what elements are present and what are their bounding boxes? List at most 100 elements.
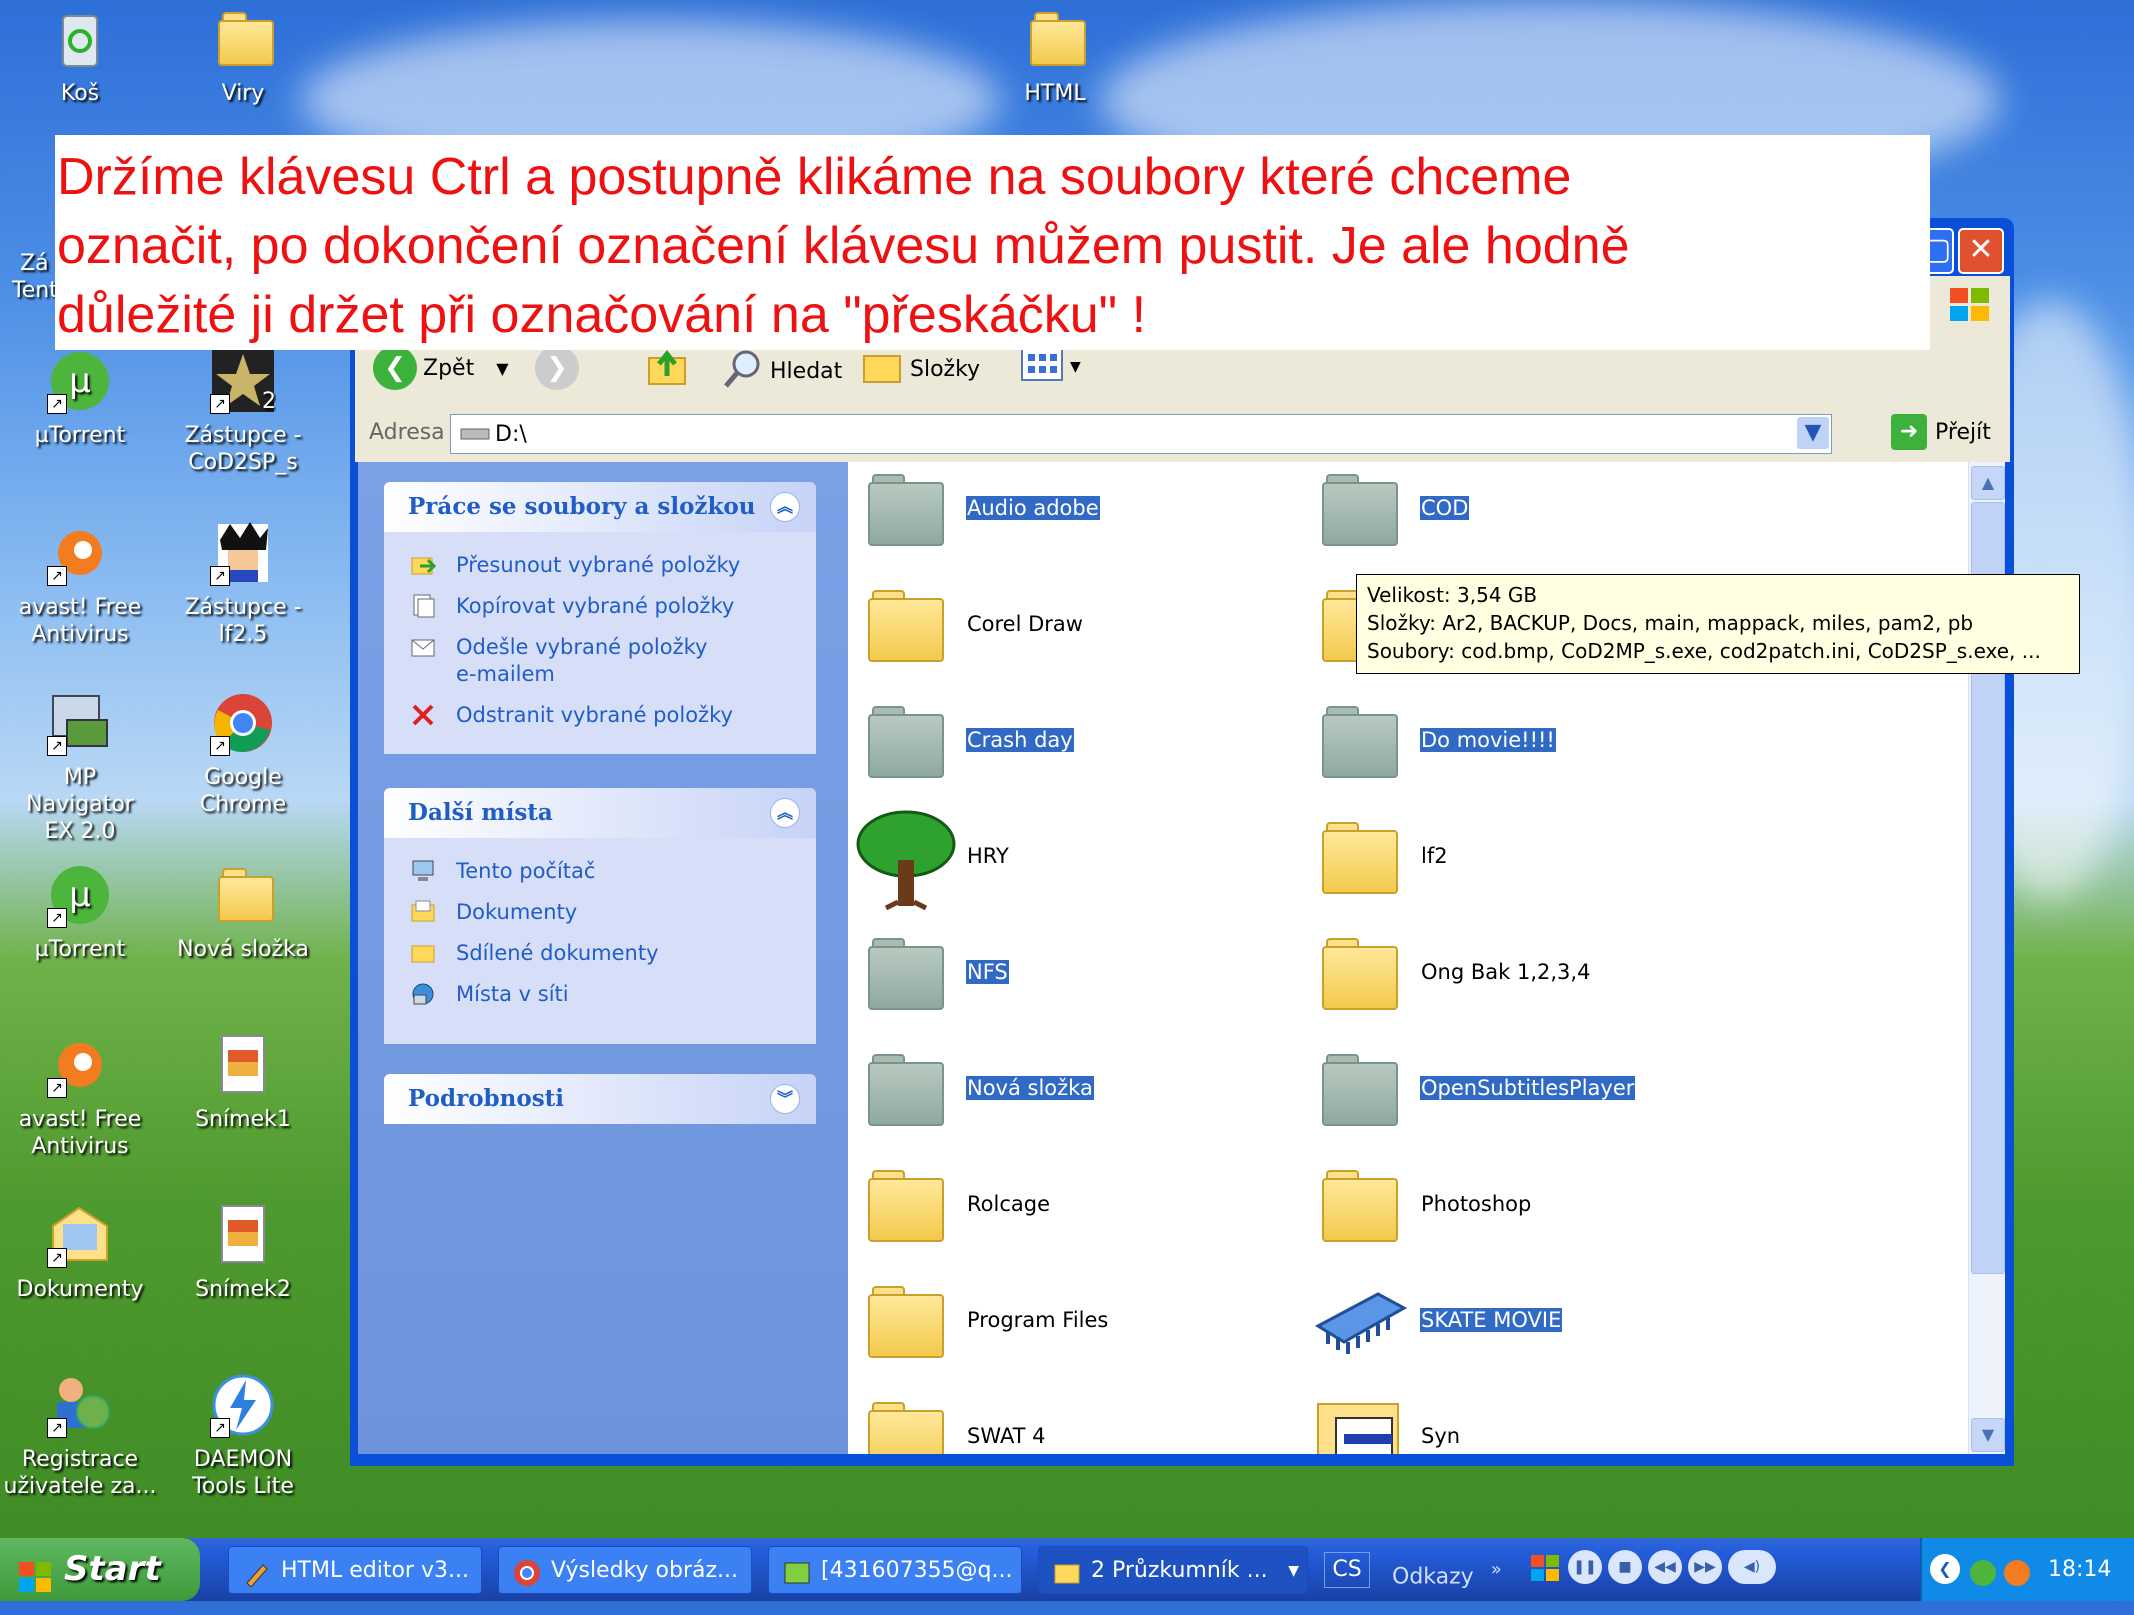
tasks-panel-title: Práce se soubory a složkou <box>408 493 756 520</box>
previous-icon[interactable]: ◀◀ <box>1648 1550 1682 1584</box>
file-item[interactable]: HRY <box>848 810 1288 911</box>
collapse-icon[interactable]: ︽ <box>770 798 800 828</box>
file-item[interactable]: COD <box>1302 462 1742 552</box>
file-item[interactable]: NFS <box>848 926 1288 1016</box>
links-toolbar[interactable]: Odkazy » <box>1392 1538 1502 1608</box>
collapse-icon[interactable]: ︽ <box>770 492 800 522</box>
folder-icon <box>868 590 944 662</box>
chevron-down-icon[interactable]: ▼ <box>1797 417 1829 449</box>
desktop-icon-html[interactable]: HTML <box>975 6 1135 107</box>
places-panel-title: Další místa <box>408 799 553 826</box>
places-panel-header[interactable]: Další místa ︽ <box>384 788 816 838</box>
task-delete-selected[interactable]: Odstranit vybrané položky <box>384 702 816 729</box>
views-icon <box>1020 346 1064 388</box>
desktop-icon-snimek2[interactable]: Snímek2 <box>163 1202 323 1303</box>
address-input[interactable]: D:\ ▼ <box>450 414 1832 454</box>
svg-text:µ: µ <box>69 875 91 915</box>
views-button[interactable]: ▼ <box>1020 346 1081 388</box>
file-item[interactable]: Corel Draw <box>848 578 1288 668</box>
taskbar-button[interactable]: HTML editor v3... <box>228 1546 482 1594</box>
chrome-icon <box>513 1557 541 1586</box>
chevron-left-icon[interactable]: ❮ <box>1930 1554 1960 1584</box>
file-item[interactable]: Program Files <box>848 1274 1288 1364</box>
file-name: Crash day <box>966 728 1074 752</box>
back-button[interactable]: ❮ Zpět ▼ <box>373 346 509 390</box>
start-button[interactable]: Start <box>0 1538 200 1601</box>
desktop-icon-google-chrome[interactable]: ↗ Google Chrome <box>163 690 323 818</box>
desktop-icon-daemon-tools[interactable]: ↗ DAEMON Tools Lite <box>163 1372 323 1500</box>
file-item[interactable]: Do movie!!!! <box>1302 694 1742 784</box>
utorrent-tray-icon[interactable] <box>1968 1552 1998 1615</box>
folder-icon <box>1022 6 1088 72</box>
close-button[interactable]: ✕ <box>1958 228 2004 274</box>
next-icon[interactable]: ▶▶ <box>1688 1550 1722 1584</box>
file-name: HRY <box>967 844 1009 868</box>
scroll-down-icon[interactable]: ▼ <box>1971 1418 2005 1452</box>
file-item[interactable]: SKATE MOVIE <box>1302 1274 1742 1364</box>
task-email-selected[interactable]: Odešle vybrané položky e-mailem <box>384 634 816 688</box>
forward-button[interactable]: ❯ <box>535 346 579 390</box>
file-item[interactable]: Nová složka <box>848 1042 1288 1132</box>
taskbar-button[interactable]: Výsledky obráz... <box>498 1546 752 1594</box>
avast-tray-icon[interactable] <box>2002 1552 2032 1615</box>
desktop-icon-label: Google Chrome <box>199 765 287 817</box>
tree-icon <box>856 810 956 911</box>
desktop-icon-cod2sp-shortcut[interactable]: 2 ↗ Zástupce - CoD2SP_s <box>163 348 323 476</box>
desktop-icon-snimek1[interactable]: Snímek1 <box>163 1032 323 1133</box>
place-shared-documents[interactable]: Sdílené dokumenty <box>384 940 816 967</box>
desktop-icon-viry[interactable]: Viry <box>163 6 323 107</box>
desktop-icon-nova-slozka[interactable]: Nová složka <box>163 862 323 963</box>
file-name: Corel Draw <box>967 612 1083 636</box>
task-move-selected[interactable]: Přesunout vybrané položky <box>384 552 816 579</box>
desktop-icon-recycle-bin[interactable]: Koš <box>0 6 160 107</box>
image-file-icon <box>210 1202 276 1268</box>
file-item[interactable]: Syn <box>1302 1390 1742 1454</box>
folders-icon <box>860 346 904 392</box>
desktop-icon-utorrent[interactable]: µ ↗ µTorrent <box>0 348 160 449</box>
language-indicator[interactable]: CS <box>1324 1552 1370 1588</box>
search-button[interactable]: Hledat <box>720 346 842 396</box>
partial-label-line: Tent <box>12 278 58 303</box>
desktop-icon-lf2-shortcut[interactable]: ↗ Zástupce - lf2.5 <box>163 520 323 648</box>
chevron-down-icon[interactable]: ▼ <box>496 359 508 378</box>
pause-icon[interactable]: ❚❚ <box>1568 1550 1602 1584</box>
copy-icon <box>410 593 436 619</box>
stop-icon[interactable]: ■ <box>1608 1550 1642 1584</box>
language-label: CS <box>1332 1557 1362 1582</box>
file-item[interactable]: lf2 <box>1302 810 1742 900</box>
taskbar-button[interactable]: [431607355@q... <box>768 1546 1022 1594</box>
desktop-icon-dokumenty[interactable]: ↗ Dokumenty <box>0 1202 160 1303</box>
desktop-icon-avast-2[interactable]: ↗ avast! Free Antivirus <box>0 1032 160 1160</box>
file-item[interactable]: Photoshop <box>1302 1158 1742 1248</box>
file-item[interactable]: Crash day <box>848 694 1288 784</box>
details-panel-title: Podrobnosti <box>408 1085 565 1112</box>
go-button[interactable]: ➜ Přejít <box>1891 414 1991 450</box>
file-item[interactable]: Ong Bak 1,2,3,4 <box>1302 926 1742 1016</box>
file-item[interactable]: SWAT 4 <box>848 1390 1288 1454</box>
place-network[interactable]: Místa v síti <box>384 981 816 1008</box>
file-item[interactable]: OpenSubtitlesPlayer <box>1302 1042 1742 1132</box>
window-controls: ▢ ✕ <box>1920 228 2004 274</box>
clock: 18:14 <box>2048 1557 2112 1582</box>
scroll-up-icon[interactable]: ▲ <box>1971 466 2005 500</box>
folders-button[interactable]: Složky <box>860 346 980 392</box>
folder-icon <box>1053 1557 1081 1585</box>
up-folder-button[interactable] <box>645 346 689 392</box>
place-my-computer[interactable]: Tento počítač <box>384 858 816 885</box>
tasks-panel-header[interactable]: Práce se soubory a složkou ︽ <box>384 482 816 532</box>
details-panel-header[interactable]: Podrobnosti ︾ <box>384 1074 816 1124</box>
expand-icon[interactable]: ︾ <box>770 1084 800 1114</box>
desktop-icon-utorrent-2[interactable]: µ ↗ µTorrent <box>0 862 160 963</box>
desktop-icon-avast[interactable]: ↗ avast! Free Antivirus <box>0 520 160 648</box>
desktop-icon-label: Dokumenty <box>16 1277 144 1302</box>
volume-icon[interactable]: ◀) <box>1728 1550 1776 1584</box>
desktop-icon-mp-navigator[interactable]: ↗ MP Navigator EX 2.0 <box>0 690 160 845</box>
file-item[interactable]: Audio adobe <box>848 462 1288 552</box>
taskbar-button-explorer[interactable]: 2 Průzkumník ... ▼ <box>1038 1546 1308 1594</box>
place-documents[interactable]: Dokumenty <box>384 899 816 926</box>
desktop-icon-registrace[interactable]: ↗ Registrace uživatele za... <box>0 1372 160 1500</box>
file-item[interactable]: Rolcage <box>848 1158 1288 1248</box>
task-copy-selected[interactable]: Kopírovat vybrané položky <box>384 593 816 620</box>
desktop-icon-label: Nová složka <box>177 937 309 962</box>
desktop-icon-label: µTorrent <box>34 937 126 962</box>
